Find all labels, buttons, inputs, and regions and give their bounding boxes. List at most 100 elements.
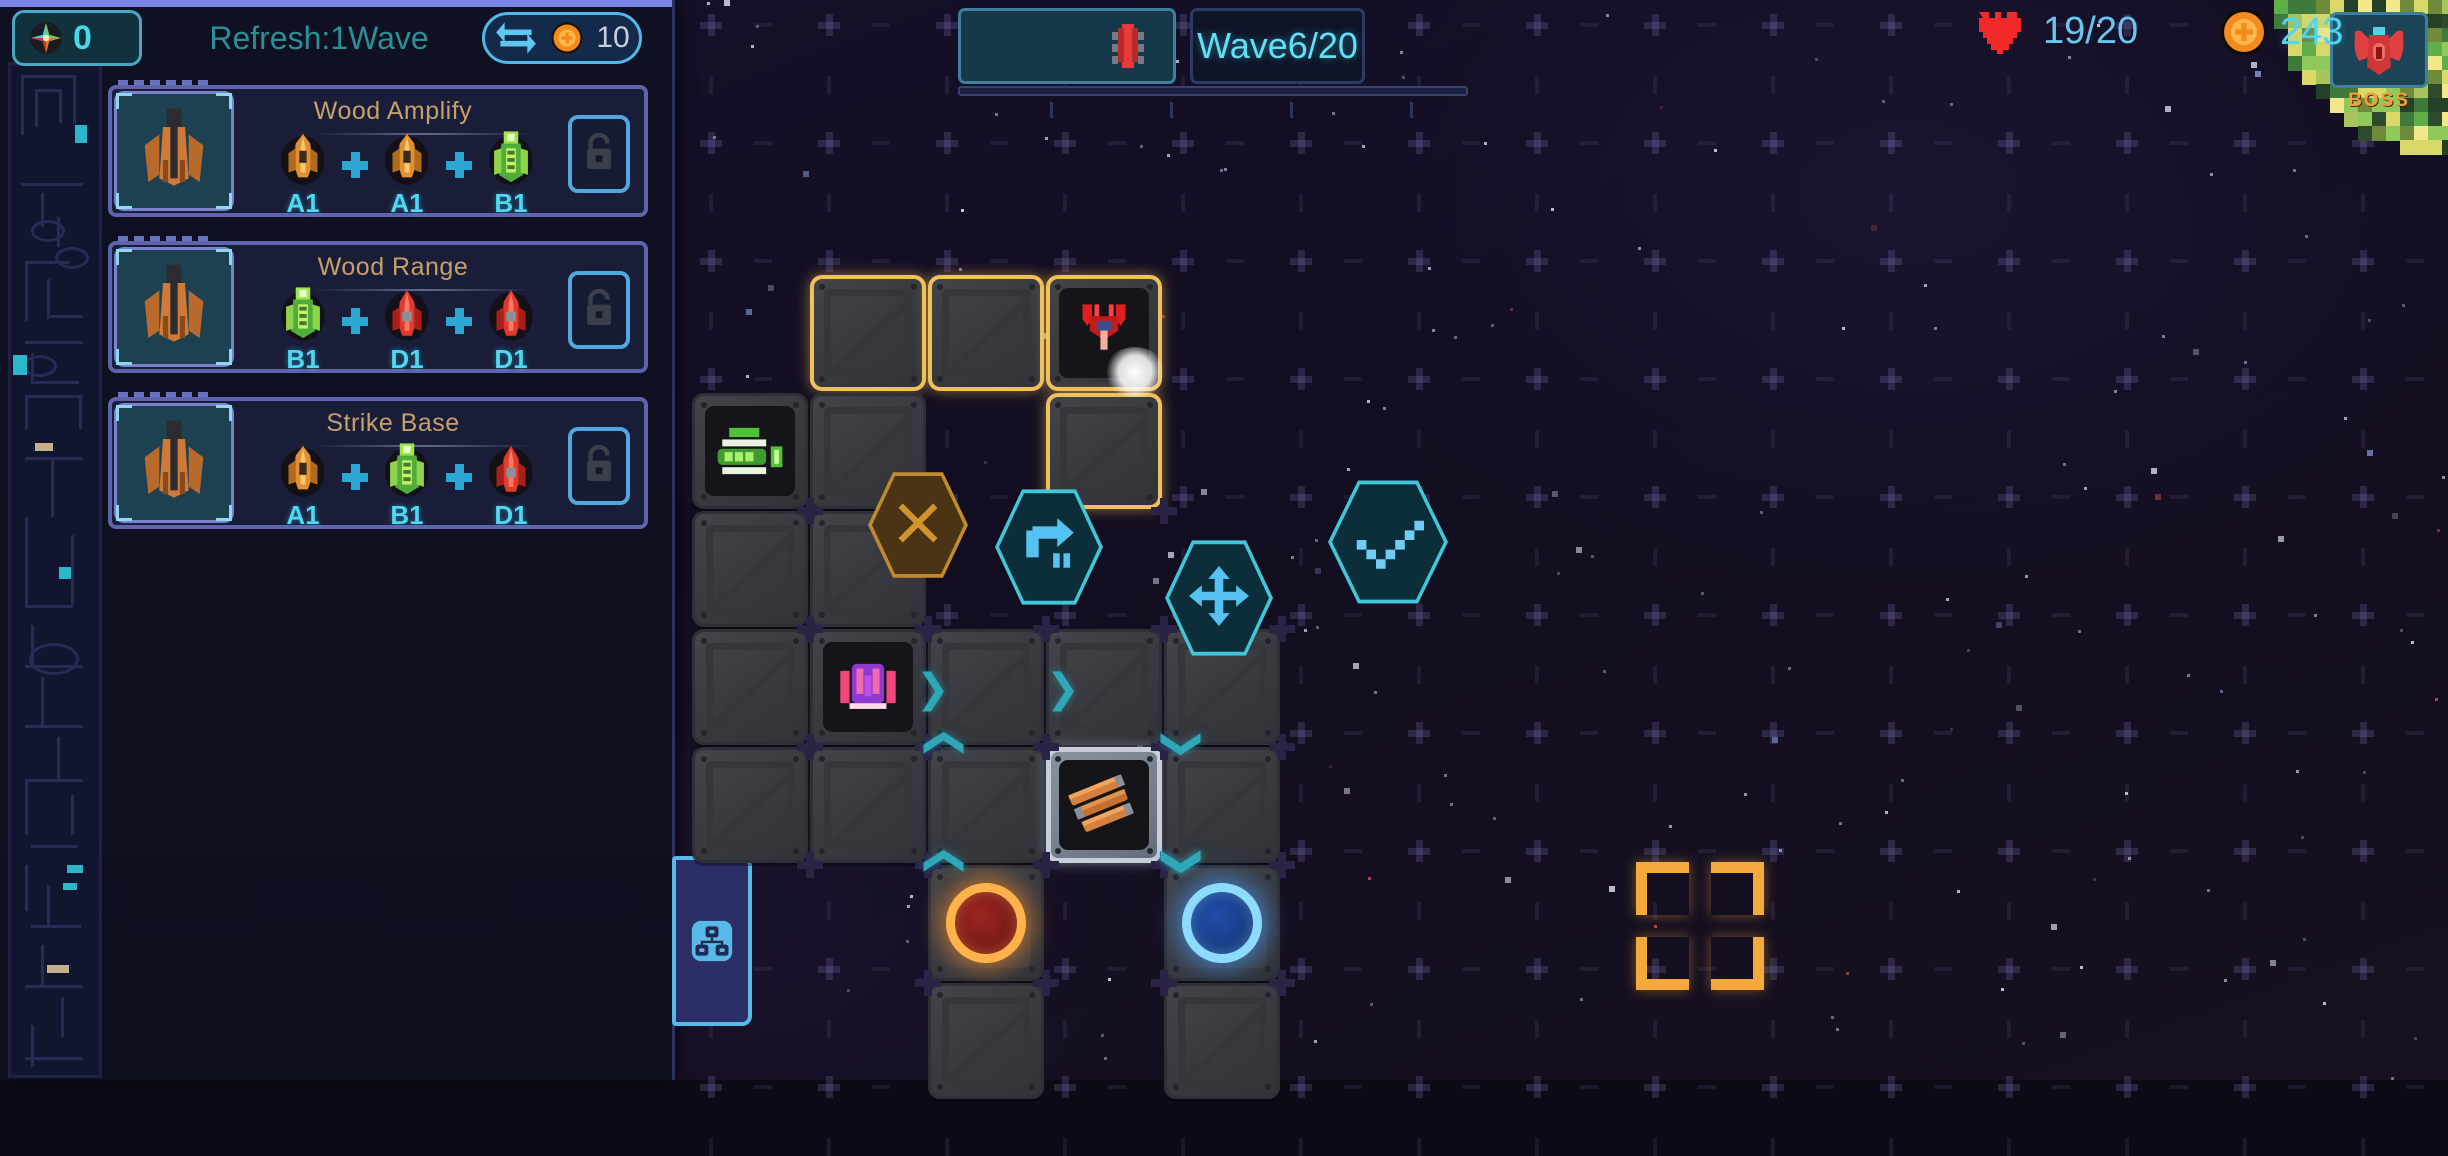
grid-dash bbox=[709, 1138, 713, 1156]
star bbox=[1162, 315, 1165, 318]
card-lock-button[interactable] bbox=[568, 271, 630, 349]
card-wood-amplify[interactable]: Wood Amplify A1 A1 B1 bbox=[108, 80, 648, 219]
star bbox=[2078, 630, 2081, 633]
card-portrait[interactable] bbox=[114, 247, 234, 367]
star bbox=[2084, 487, 2087, 490]
circuit-led bbox=[63, 883, 77, 890]
path-arrow-icon: ❯ bbox=[917, 844, 964, 878]
board-tile[interactable] bbox=[692, 747, 808, 863]
grid-joint bbox=[1269, 734, 1295, 760]
x-icon bbox=[892, 497, 944, 554]
unit-green-tower[interactable] bbox=[705, 406, 795, 496]
portal-blue[interactable] bbox=[1177, 878, 1267, 968]
placement-bracket[interactable] bbox=[1636, 862, 1764, 990]
star bbox=[2060, 1032, 2066, 1038]
grid-joint bbox=[1269, 970, 1295, 996]
ship-d-icon bbox=[482, 289, 540, 343]
star bbox=[1950, 728, 1953, 731]
star bbox=[1315, 568, 1321, 574]
recipe-ingredient: D1 bbox=[482, 289, 540, 375]
circuit-trace bbox=[31, 381, 79, 384]
star bbox=[2363, 771, 2366, 774]
star bbox=[2303, 938, 2306, 941]
planet-pixel bbox=[2400, 140, 2415, 155]
planet-pixel bbox=[2442, 112, 2448, 127]
tech-tree-tab-button[interactable] bbox=[672, 856, 752, 1026]
circuit-trace bbox=[25, 779, 28, 835]
grid-joint bbox=[797, 852, 823, 878]
star bbox=[1304, 629, 1307, 632]
star bbox=[2244, 361, 2247, 364]
card-strike-base[interactable]: Strike Base A1 B1 D1 bbox=[108, 392, 648, 531]
planet-pixel bbox=[2414, 112, 2429, 127]
star bbox=[1454, 336, 1457, 339]
star bbox=[1871, 225, 1877, 231]
star bbox=[1701, 592, 1704, 595]
star bbox=[2296, 770, 2299, 773]
star bbox=[1101, 1034, 1104, 1037]
board-tile[interactable] bbox=[1164, 983, 1280, 1099]
circuit-trace bbox=[25, 985, 83, 988]
move-action-button[interactable] bbox=[1165, 538, 1273, 658]
board-tile[interactable] bbox=[692, 393, 808, 509]
card-wood-range[interactable]: Wood Range B1 D1 D1 bbox=[108, 236, 648, 375]
board-tile[interactable] bbox=[810, 629, 926, 745]
delete-action-button[interactable] bbox=[868, 470, 968, 580]
portal-red[interactable] bbox=[941, 878, 1031, 968]
planet-pixel bbox=[2372, 126, 2387, 141]
star bbox=[1831, 1016, 1834, 1019]
unit-wood-resource[interactable] bbox=[1059, 760, 1149, 850]
grid-dash bbox=[1344, 1085, 1362, 1089]
star bbox=[1383, 407, 1386, 410]
card-recipe: A1 B1 D1 bbox=[274, 443, 540, 531]
board-tile[interactable] bbox=[810, 275, 926, 391]
boss-indicator[interactable] bbox=[2330, 12, 2428, 88]
circuit-trace bbox=[51, 457, 54, 517]
grid-dash bbox=[1535, 1138, 1539, 1156]
wood-logs-icon bbox=[1068, 774, 1134, 832]
board-tile[interactable] bbox=[928, 865, 1044, 981]
board-tile[interactable] bbox=[1164, 865, 1280, 981]
recipe-ingredient-label: D1 bbox=[390, 344, 424, 374]
star bbox=[2128, 857, 2131, 860]
unit-pink-tower[interactable] bbox=[823, 642, 913, 732]
refresh-button[interactable]: 10 bbox=[482, 12, 642, 64]
grid-joint bbox=[797, 734, 823, 760]
board-tile[interactable] bbox=[928, 275, 1044, 391]
coin-icon bbox=[551, 22, 583, 54]
card-portrait[interactable] bbox=[114, 403, 234, 523]
wave-counter-text: Wave6/20 bbox=[1197, 25, 1358, 66]
board-tile[interactable] bbox=[1046, 747, 1162, 863]
ship-a-icon bbox=[274, 133, 332, 187]
board-tile[interactable] bbox=[928, 983, 1044, 1099]
rotate-action-button[interactable] bbox=[995, 487, 1103, 607]
star bbox=[1603, 670, 1606, 673]
star bbox=[959, 268, 962, 271]
circuit-trace bbox=[79, 395, 82, 429]
board-tile[interactable] bbox=[692, 629, 808, 745]
star bbox=[1505, 877, 1511, 883]
star bbox=[1140, 145, 1143, 148]
star bbox=[2411, 641, 2414, 644]
card-lock-button[interactable] bbox=[568, 427, 630, 505]
grid-dash bbox=[1698, 1085, 1716, 1089]
grid-joint bbox=[1151, 498, 1177, 524]
recipe-ingredient: A1 bbox=[274, 133, 332, 219]
card-lock-button[interactable] bbox=[568, 115, 630, 193]
grid-dash bbox=[1580, 1085, 1598, 1089]
ship-portrait-icon bbox=[130, 261, 218, 354]
star bbox=[1660, 106, 1663, 109]
star bbox=[2193, 349, 2199, 355]
swap-arrows-icon bbox=[496, 22, 537, 54]
circuit-trace bbox=[73, 75, 76, 123]
ship-a-icon bbox=[378, 133, 436, 187]
card-portrait[interactable] bbox=[114, 91, 234, 211]
circuit-led bbox=[13, 355, 27, 375]
board-tile[interactable] bbox=[692, 511, 808, 627]
board-tile[interactable] bbox=[810, 747, 926, 863]
star bbox=[2187, 674, 2190, 677]
confirm-action-button[interactable] bbox=[1328, 478, 1448, 606]
star bbox=[2293, 169, 2296, 172]
planet-pixel bbox=[2442, 28, 2448, 43]
star bbox=[2437, 529, 2440, 532]
